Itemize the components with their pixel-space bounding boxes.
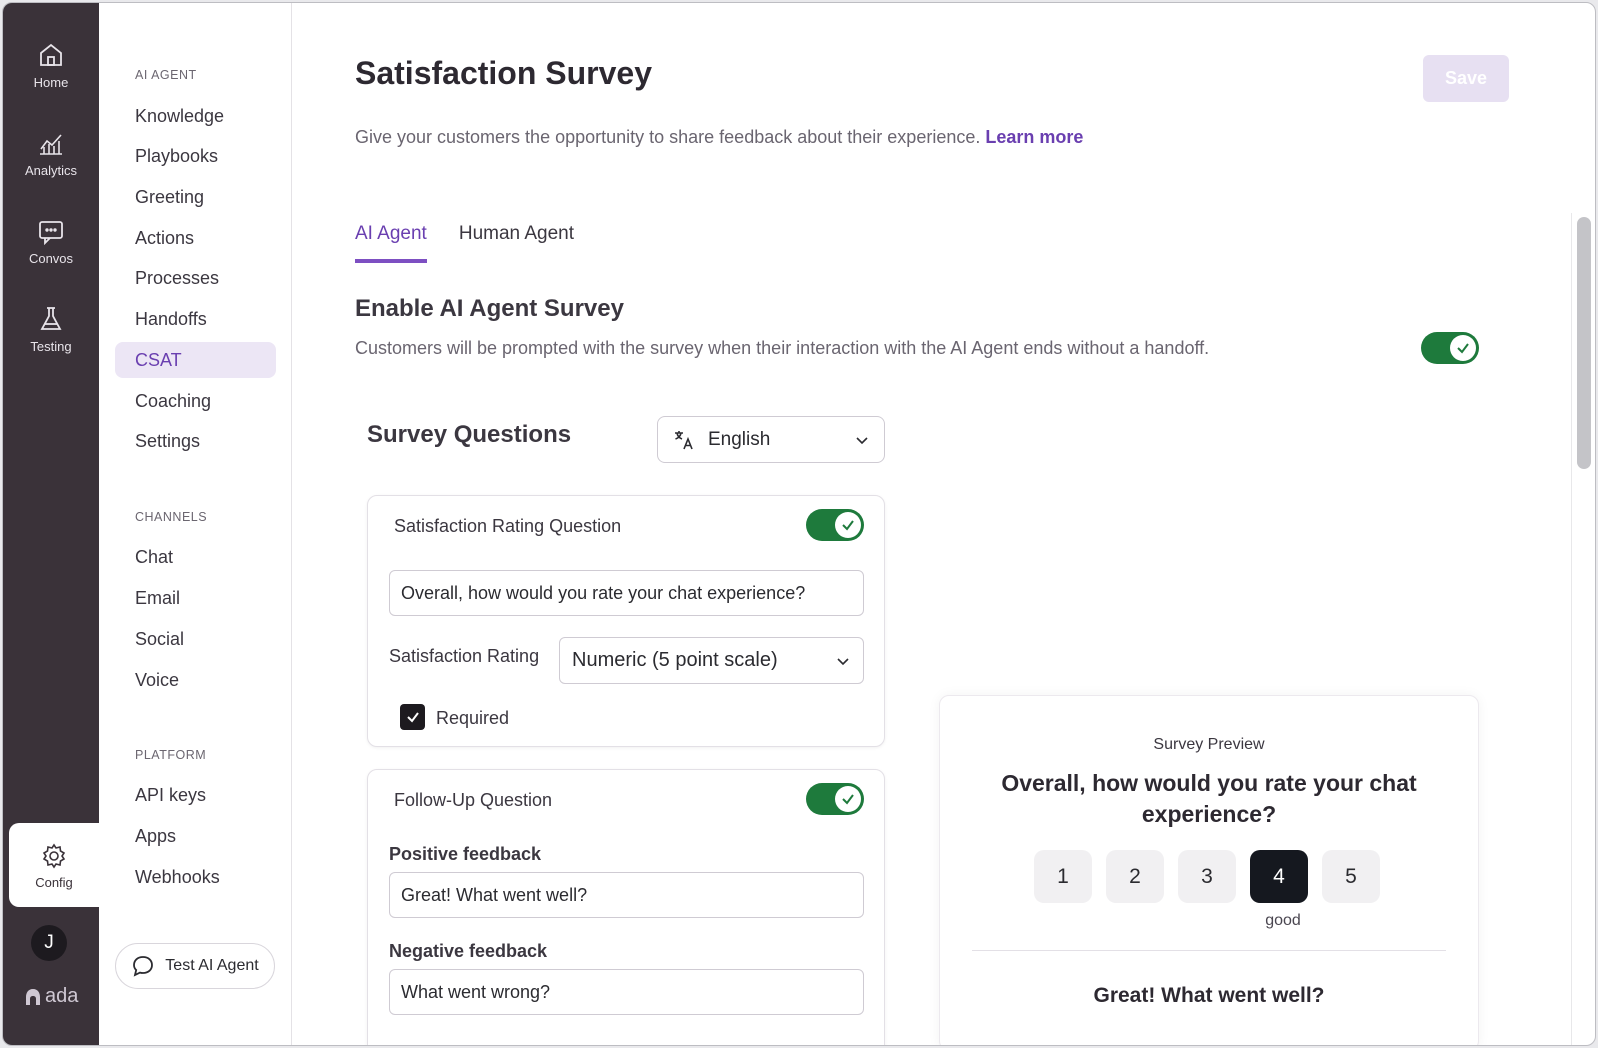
flask-icon (40, 307, 62, 330)
sidebar-item-api-keys[interactable]: API keys (115, 777, 276, 813)
enable-survey-description: Customers will be prompted with the surv… (355, 338, 1210, 358)
sidebar-item-coaching[interactable]: Coaching (115, 383, 276, 419)
follow-up-card: Follow-Up Question Positive feedback Gre… (367, 769, 885, 1045)
positive-feedback-input[interactable]: Great! What went well? (389, 872, 864, 918)
sidebar-item-chat[interactable]: Chat (115, 539, 276, 575)
section-label-ai-agent: AI AGENT (135, 68, 197, 82)
follow-up-card-title: Follow-Up Question (394, 790, 553, 810)
toggle-knob (1450, 335, 1476, 361)
config-sidebar: AI AGENT Knowledge Playbooks Greeting Ac… (99, 3, 292, 1045)
survey-questions-title: Survey Questions (367, 421, 572, 448)
check-icon (842, 520, 854, 531)
required-checkbox[interactable] (400, 704, 425, 730)
rail-config[interactable]: Config (9, 823, 99, 907)
translate-icon (675, 430, 693, 449)
rating-option-5[interactable]: 5 (1322, 850, 1380, 903)
enable-survey-toggle[interactable] (1421, 332, 1479, 364)
satisfaction-rating-label: Satisfaction Rating (389, 646, 540, 666)
rating-caption: good (1265, 912, 1301, 929)
test-ai-agent-button[interactable]: Test AI Agent (115, 943, 275, 989)
survey-preview-panel: Survey Preview Overall, how would you ra… (939, 695, 1479, 1045)
gear-icon (42, 843, 66, 869)
rating-type-value: Numeric (5 point scale) (572, 649, 778, 671)
chat-bubble-icon (39, 221, 63, 245)
preview-divider (972, 950, 1446, 951)
satisfaction-rating-card: Satisfaction Rating Question Overall, ho… (367, 495, 885, 747)
page-subtitle: Give your customers the opportunity to s… (355, 127, 1083, 148)
sidebar-item-knowledge[interactable]: Knowledge (115, 98, 276, 134)
sidebar-item-apps[interactable]: Apps (115, 818, 276, 854)
check-icon (1457, 343, 1469, 354)
app-window: Home Analytics Convos Testing Config J a… (2, 2, 1596, 1046)
main-content: Satisfaction Survey Save Give your custo… (293, 3, 1595, 1045)
rating-option-3[interactable]: 3 (1178, 850, 1236, 903)
rail-home[interactable]: Home (3, 41, 99, 90)
rating-option-1[interactable]: 1 (1034, 850, 1092, 903)
learn-more-link[interactable]: Learn more (985, 127, 1083, 147)
sidebar-item-email[interactable]: Email (115, 580, 276, 616)
preview-follow-up: Great! What went well? (1093, 984, 1325, 1007)
language-value: English (708, 428, 771, 450)
negative-feedback-label: Negative feedback (389, 941, 548, 961)
sidebar-item-greeting[interactable]: Greeting (115, 179, 276, 215)
language-select[interactable]: English (657, 416, 885, 463)
rail-convos[interactable]: Convos (3, 219, 99, 266)
sidebar-item-handoffs[interactable]: Handoffs (115, 301, 276, 337)
sidebar-item-csat[interactable]: CSAT (115, 342, 276, 378)
rail-analytics[interactable]: Analytics (3, 131, 99, 178)
page-subtitle-text: Give your customers the opportunity to s… (355, 127, 981, 147)
page-title: Satisfaction Survey (355, 55, 652, 91)
save-button[interactable]: Save (1423, 55, 1509, 102)
chat-bubble-icon (133, 956, 154, 977)
rail-analytics-label: Analytics (24, 163, 78, 178)
follow-up-toggle[interactable] (806, 783, 864, 815)
preview-question: Overall, how would you rate your chat ex… (1001, 770, 1417, 827)
avatar[interactable]: J (31, 925, 67, 961)
ada-logo: ada (25, 985, 78, 1008)
sidebar-item-actions[interactable]: Actions (115, 220, 276, 256)
rail-home-label: Home (33, 75, 69, 90)
sidebar-item-social[interactable]: Social (115, 621, 276, 657)
rating-question-input[interactable]: Overall, how would you rate your chat ex… (389, 570, 864, 616)
rating-question-toggle[interactable] (806, 509, 864, 541)
ada-logo-icon (26, 988, 40, 1005)
sidebar-item-voice[interactable]: Voice (115, 662, 276, 698)
ada-logo-text: ada (45, 985, 79, 1007)
section-label-platform: PLATFORM (135, 748, 207, 762)
sidebar-item-webhooks[interactable]: Webhooks (115, 859, 276, 895)
check-icon (406, 712, 419, 723)
rating-type-select[interactable]: Numeric (5 point scale) (559, 637, 864, 684)
analytics-icon (40, 134, 62, 155)
test-ai-agent-label: Test AI Agent (165, 957, 259, 974)
chevron-down-icon (856, 436, 868, 444)
rail-config-label: Config (35, 875, 73, 890)
negative-feedback-input[interactable]: What went wrong? (389, 969, 864, 1015)
rail-convos-label: Convos (28, 251, 74, 266)
section-label-channels: CHANNELS (135, 510, 208, 524)
required-label: Required (436, 708, 510, 728)
home-icon (40, 43, 62, 66)
toggle-knob (835, 512, 861, 538)
rating-card-title: Satisfaction Rating Question (394, 516, 622, 536)
rating-option-4[interactable]: 4 (1250, 850, 1308, 903)
sidebar-item-processes[interactable]: Processes (115, 260, 276, 296)
sidebar-item-playbooks[interactable]: Playbooks (115, 138, 276, 174)
survey-preview-label: Survey Preview (1153, 736, 1265, 753)
toggle-knob (835, 786, 861, 812)
rating-option-2[interactable]: 2 (1106, 850, 1164, 903)
app-rail: Home Analytics Convos Testing Config J a… (3, 3, 99, 1045)
sidebar-item-settings[interactable]: Settings (115, 423, 276, 459)
tab-human-agent[interactable]: Human Agent (459, 223, 574, 263)
tab-ai-agent[interactable]: AI Agent (355, 223, 427, 263)
rating-options: 1 2 3 4 5 (1034, 850, 1380, 903)
chevron-down-icon (837, 657, 849, 665)
positive-feedback-label: Positive feedback (389, 844, 542, 864)
rail-testing[interactable]: Testing (3, 305, 99, 354)
enable-survey-title: Enable AI Agent Survey (355, 295, 624, 322)
agent-tabs: AI Agent Human Agent (355, 223, 574, 263)
check-icon (842, 794, 854, 805)
rail-testing-label: Testing (30, 339, 72, 354)
scrollbar-thumb[interactable] (1577, 217, 1591, 469)
